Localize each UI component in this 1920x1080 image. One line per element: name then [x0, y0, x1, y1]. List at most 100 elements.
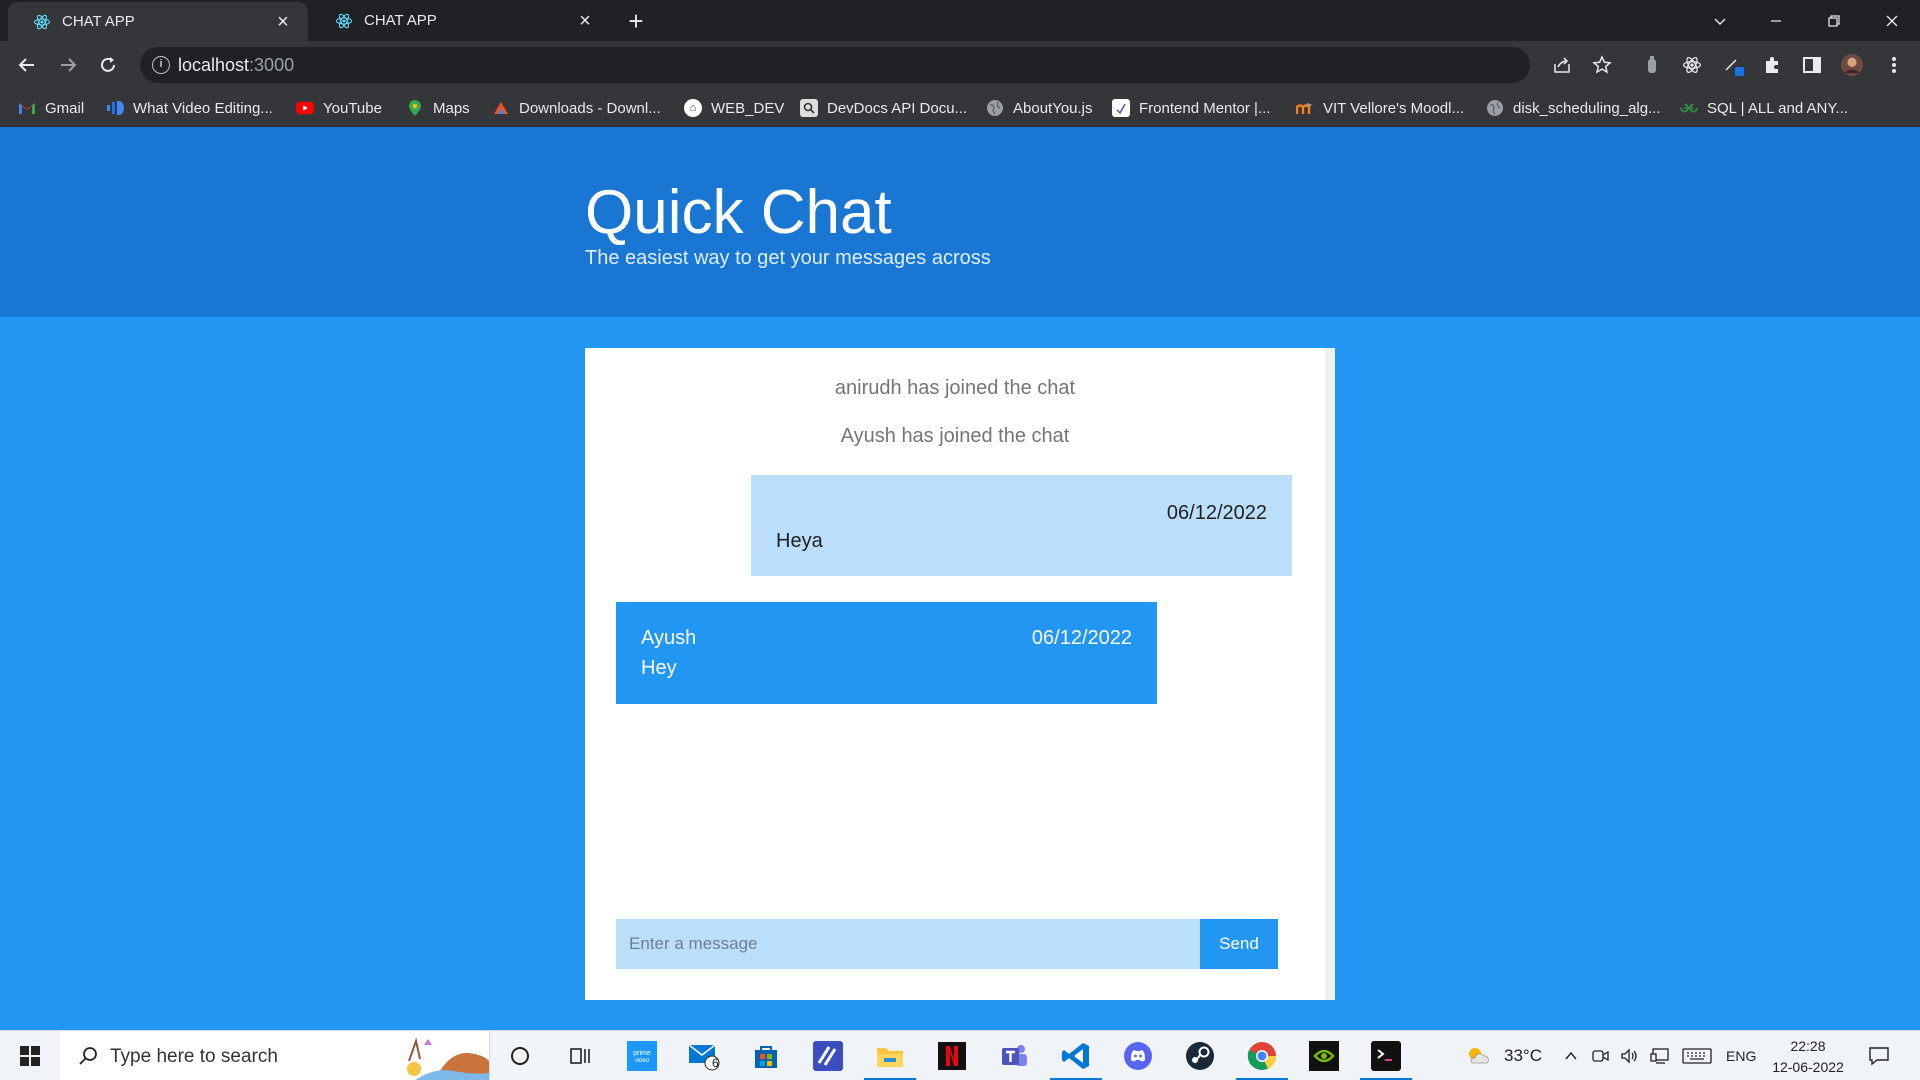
tab-title: CHAT APP	[364, 12, 437, 29]
nvidia-icon[interactable]	[1306, 1038, 1342, 1074]
tab-close-icon[interactable]: ×	[272, 12, 294, 32]
maps-icon	[406, 99, 424, 117]
devdocs-icon	[800, 99, 818, 117]
reload-icon[interactable]	[94, 51, 122, 79]
address-bar[interactable]: i localhost:3000	[140, 47, 1530, 83]
globe-icon	[1486, 99, 1504, 117]
bookmark-gmail[interactable]: Gmail	[18, 97, 84, 119]
search-icon	[76, 1044, 100, 1068]
tab-chat-app-2[interactable]: CHAT APP ×	[310, 0, 610, 41]
app-header: Quick Chat The easiest way to get your m…	[0, 127, 1920, 317]
globe-icon	[986, 99, 1004, 117]
chat-scrollbar[interactable]	[1325, 348, 1335, 1000]
sublime-icon[interactable]	[810, 1038, 846, 1074]
send-button[interactable]: Send	[1200, 919, 1278, 969]
geeksforgeeks-icon	[1680, 99, 1698, 117]
extensions-puzzle-icon[interactable]	[1760, 53, 1784, 77]
join-notification: anirudh has joined the chat	[834, 377, 1076, 399]
tab-chat-app-1[interactable]: CHAT APP ×	[8, 2, 308, 41]
bookmark-maps[interactable]: Maps	[406, 97, 470, 119]
weather-temp: 33°C	[1504, 1046, 1542, 1065]
windows-taskbar: Type here to search prime video 6 33°C E…	[0, 1030, 1920, 1080]
close-window-icon[interactable]	[1864, 0, 1920, 41]
bookmark-sql[interactable]: SQL | ALL and ANY...	[1680, 97, 1848, 119]
page-title: Quick Chat	[585, 178, 892, 247]
taskbar-search[interactable]: Type here to search	[60, 1031, 490, 1080]
back-arrow-icon[interactable]	[13, 51, 41, 79]
bookmark-frontend-mentor[interactable]: Frontend Mentor |...	[1112, 97, 1270, 119]
clock-time: 22:28	[1790, 1038, 1826, 1054]
windows-start-icon[interactable]	[0, 1031, 60, 1080]
task-view-icon[interactable]	[562, 1038, 598, 1074]
restore-icon[interactable]	[1806, 0, 1862, 41]
steam-icon[interactable]	[1182, 1038, 1218, 1074]
join-notification: Ayush has joined the chat	[840, 425, 1070, 447]
bookmark-downloads[interactable]: Downloads - Downl...	[492, 97, 661, 119]
tab-search-chevron-icon[interactable]	[1692, 0, 1748, 41]
clock-date: 12-06-2022	[1772, 1059, 1844, 1075]
language-indicator[interactable]: ENG	[1726, 1031, 1756, 1080]
minimize-icon[interactable]	[1748, 0, 1804, 41]
url-text: localhost:3000	[178, 55, 295, 75]
file-explorer-icon[interactable]	[864, 1038, 916, 1080]
browser-toolbar: i localhost:3000	[0, 41, 1920, 89]
web-dev-icon: ⌂	[684, 99, 702, 117]
pen-extension-icon[interactable]	[1722, 53, 1746, 77]
keyboard-icon[interactable]	[1682, 1031, 1712, 1080]
search-highlight-illustration	[394, 1031, 489, 1080]
youtube-icon	[296, 99, 314, 117]
bookmark-disk-scheduling[interactable]: disk_scheduling_alg...	[1486, 97, 1661, 119]
react-devtools-icon[interactable]	[1680, 53, 1704, 77]
chrome-icon[interactable]	[1236, 1038, 1288, 1080]
bookmark-vit-moodle[interactable]: VIT Vellore's Moodl...	[1296, 97, 1464, 119]
weather-widget[interactable]: 33°C	[1466, 1031, 1542, 1080]
svg-text:video: video	[635, 1058, 650, 1064]
bookmark-devdocs[interactable]: DevDocs API Docu...	[800, 97, 967, 119]
gmail-icon	[18, 99, 36, 117]
chrome-menu-icon[interactable]	[1882, 53, 1906, 77]
netflix-icon[interactable]	[934, 1038, 970, 1074]
notification-center-icon[interactable]	[1868, 1031, 1890, 1080]
site-info-icon[interactable]: i	[152, 56, 170, 74]
bookmark-web-dev[interactable]: ⌂ WEB_DEV	[684, 97, 784, 119]
share-icon[interactable]	[1550, 53, 1574, 77]
teams-icon[interactable]	[996, 1038, 1032, 1074]
profile-avatar[interactable]	[1840, 53, 1864, 77]
new-tab-button[interactable]: +	[622, 8, 650, 36]
bookmark-aboutyou[interactable]: AboutYou.js	[986, 97, 1093, 119]
mail-badge: 6	[712, 1056, 719, 1070]
tab-title: CHAT APP	[62, 13, 135, 30]
search-placeholder: Type here to search	[110, 1046, 278, 1067]
bookmark-what-video-editing[interactable]: What Video Editing...	[106, 97, 273, 119]
message-date: 06/12/2022	[1031, 627, 1132, 649]
system-clock[interactable]: 22:28 12-06-2022	[1760, 1036, 1856, 1078]
side-panel-icon[interactable]	[1800, 53, 1824, 77]
tab-close-icon[interactable]: ×	[574, 11, 596, 31]
terminal-icon[interactable]	[1360, 1038, 1412, 1080]
vscode-icon[interactable]	[1050, 1038, 1102, 1080]
cortana-icon[interactable]	[502, 1038, 538, 1074]
message-date: 06/12/2022	[1166, 502, 1267, 524]
discord-icon[interactable]	[1120, 1038, 1156, 1074]
store-icon[interactable]	[748, 1038, 784, 1074]
moodle-icon	[1296, 99, 1314, 117]
svg-text:prime: prime	[633, 1050, 651, 1057]
mail-icon[interactable]: 6	[686, 1038, 722, 1074]
video-editing-icon	[106, 99, 124, 117]
message-text: Hey	[641, 657, 677, 679]
network-icon[interactable]	[1650, 1031, 1670, 1080]
chat-window: anirudh has joined the chat Ayush has jo…	[585, 348, 1335, 1000]
bookmark-star-icon[interactable]	[1590, 53, 1614, 77]
downloads-icon	[492, 99, 510, 117]
message-input[interactable]	[616, 919, 1200, 969]
bookmark-youtube[interactable]: YouTube	[296, 97, 382, 119]
show-hidden-icons-chevron-icon[interactable]	[1564, 1031, 1578, 1080]
extension-ext-icon[interactable]	[1640, 53, 1664, 77]
bookmarks-bar: Gmail What Video Editing... YouTube Maps…	[0, 89, 1920, 127]
volume-icon[interactable]	[1620, 1031, 1640, 1080]
camera-tray-icon[interactable]	[1592, 1031, 1610, 1080]
own-message-bubble: 06/12/2022 Heya	[751, 475, 1292, 576]
forward-arrow-icon[interactable]	[54, 51, 82, 79]
react-icon	[32, 12, 52, 32]
prime-video-icon[interactable]: prime video	[624, 1038, 660, 1074]
